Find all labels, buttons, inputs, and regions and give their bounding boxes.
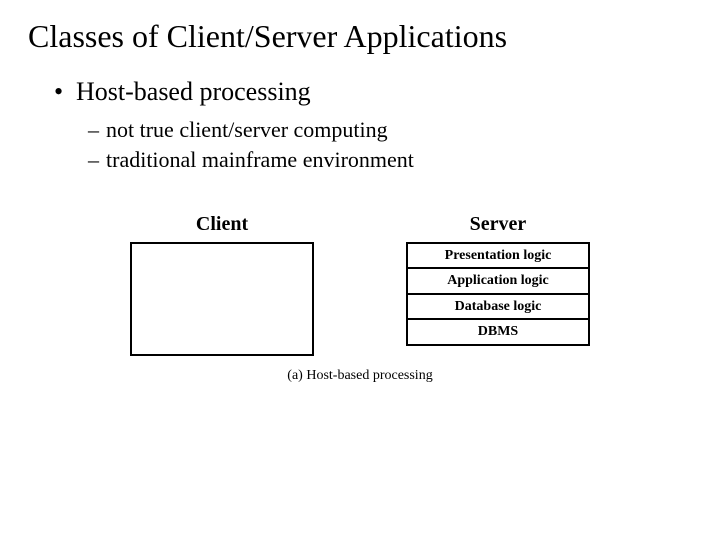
diagram-row: Client Server Presentation logic Applica… [130,213,590,356]
server-layer-database: Database logic [408,295,588,320]
bullet-level-1: •Host-based processing [54,77,692,107]
client-box [130,242,314,356]
bullet-level-2: –not true client/server computing [88,117,692,143]
host-based-diagram: Client Server Presentation logic Applica… [130,213,590,384]
server-stack: Presentation logic Application logic Dat… [406,242,590,346]
bullet-dot-icon: • [54,77,76,107]
dash-icon: – [88,147,106,173]
dash-icon: – [88,117,106,143]
server-layer-application: Application logic [408,269,588,294]
slide-title: Classes of Client/Server Applications [28,18,692,55]
server-layer-dbms: DBMS [408,320,588,343]
bullet-1-text: Host-based processing [76,77,311,106]
diagram-caption: (a) Host-based processing [130,368,590,384]
client-column: Client [130,213,314,356]
server-layer-presentation: Presentation logic [408,244,588,269]
server-heading: Server [470,213,527,236]
bullet-level-2: –traditional mainframe environment [88,147,692,173]
server-column: Server Presentation logic Application lo… [406,213,590,356]
client-heading: Client [196,213,248,236]
sub-bullet-a: not true client/server computing [106,117,388,142]
sub-bullet-b: traditional mainframe environment [106,147,414,172]
slide: Classes of Client/Server Applications •H… [0,0,720,402]
